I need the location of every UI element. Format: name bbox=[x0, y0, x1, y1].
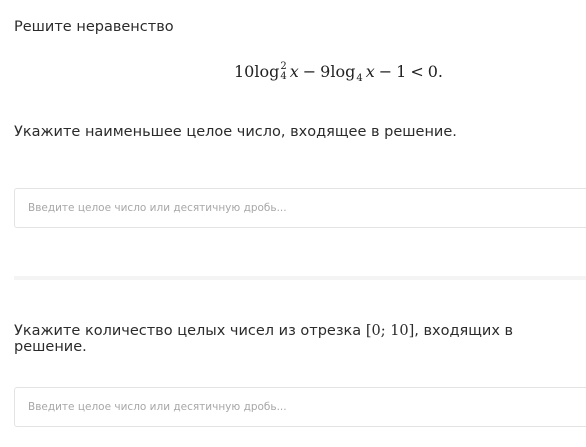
answer-input-2[interactable] bbox=[14, 387, 586, 427]
formula-exp-base: 24 bbox=[280, 60, 287, 82]
formula-base-2: 4 bbox=[356, 73, 363, 84]
question-2-interval: [0; 10] bbox=[365, 323, 415, 339]
formula-coef-2: 9 bbox=[320, 62, 331, 81]
formula-var-2: x bbox=[365, 62, 375, 81]
formula-var-1: x bbox=[289, 62, 299, 81]
formula-exponent: 2 bbox=[280, 60, 287, 72]
formula-base-1: 4 bbox=[280, 70, 287, 82]
task-title: Решите неравенство bbox=[14, 19, 174, 35]
formula-one: 1 bbox=[396, 62, 407, 81]
question-2-text: Укажите количество целых чисел из отрезк… bbox=[14, 323, 586, 355]
answer-input-1[interactable] bbox=[14, 188, 586, 228]
question-2-text-before: Укажите количество целых чисел из отрезк… bbox=[14, 323, 366, 339]
formula-minus-1: − bbox=[302, 62, 317, 81]
section-divider bbox=[14, 276, 586, 280]
formula-log-1: log bbox=[254, 62, 280, 81]
question-1-text: Укажите наименьшее целое число, входящее… bbox=[14, 124, 457, 140]
inequality-formula: 10log 2 4 x −9log4 x −1 <0. bbox=[0, 60, 586, 84]
formula-less-than: < bbox=[410, 62, 424, 81]
formula-zero: 0. bbox=[427, 62, 444, 81]
formula-minus-2: − bbox=[378, 62, 393, 81]
formula-log-2: log bbox=[330, 62, 356, 81]
formula-coef-1: 10 bbox=[233, 62, 255, 81]
